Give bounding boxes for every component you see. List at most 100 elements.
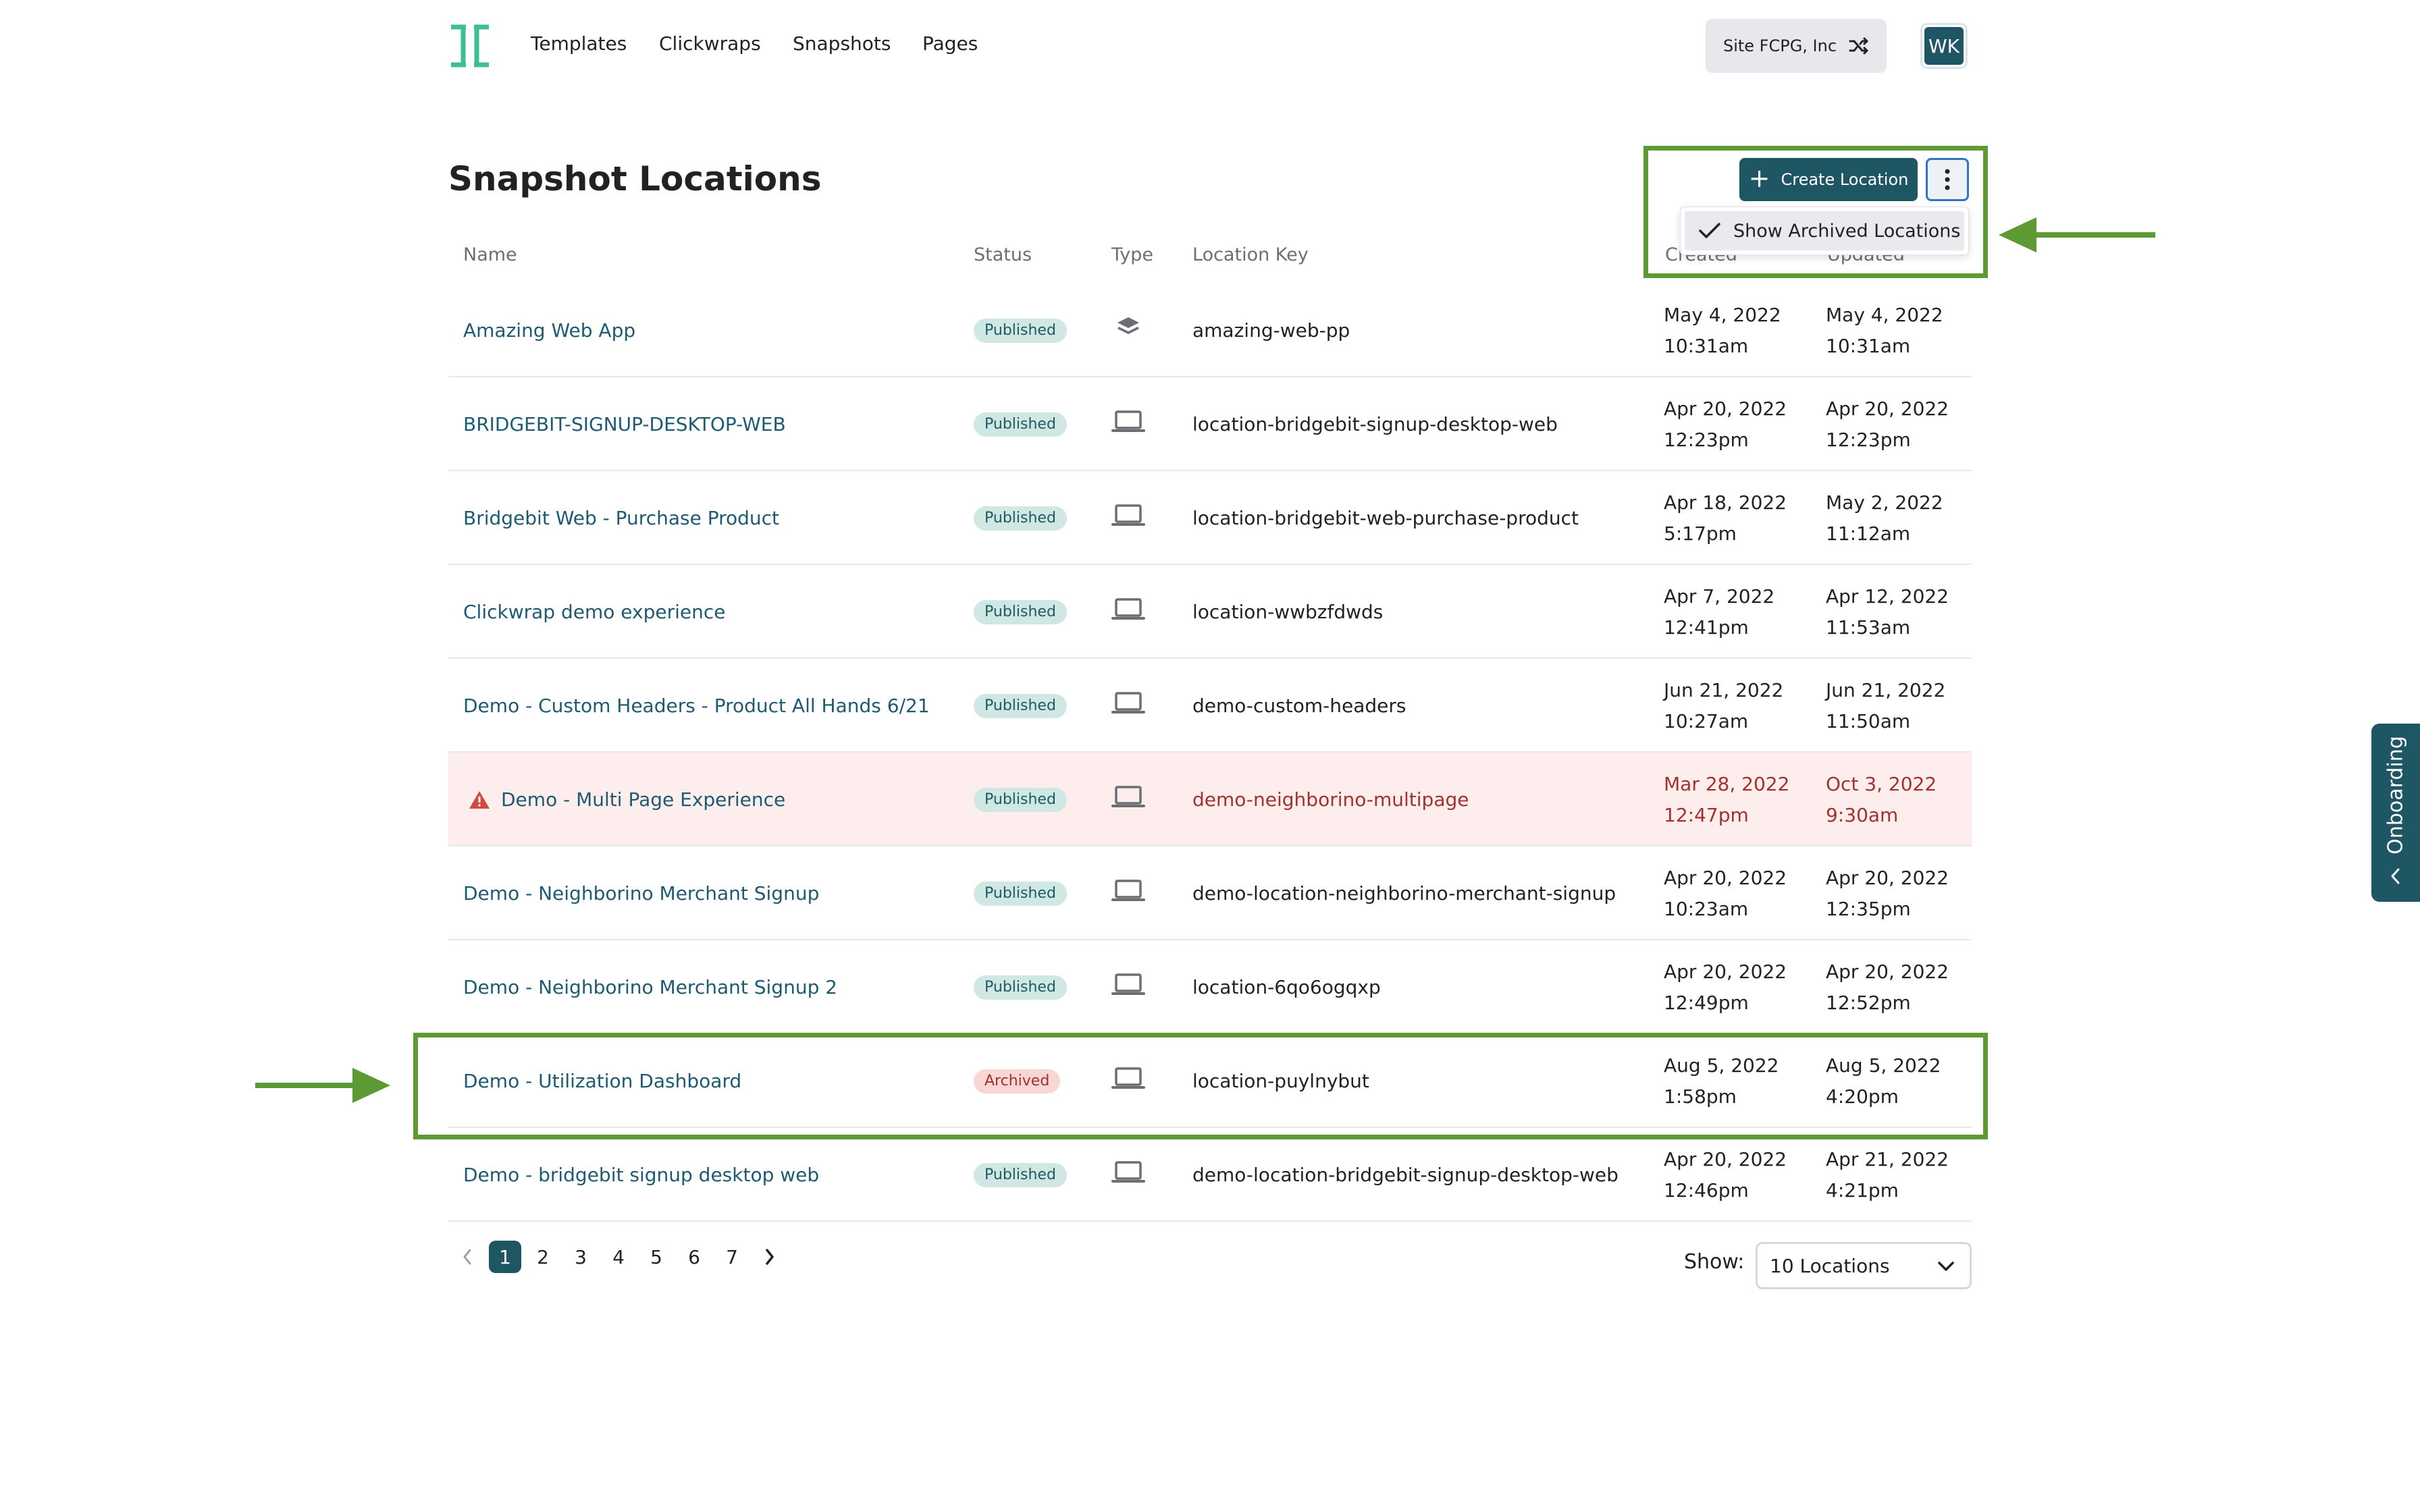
- location-name-link[interactable]: Demo - Neighborino Merchant Signup 2: [463, 976, 837, 998]
- updated-time: 4:21pm: [1826, 1179, 1899, 1202]
- pagination-page-2[interactable]: 2: [527, 1241, 559, 1273]
- table-row[interactable]: Demo - Multi Page Experience Published dem…: [448, 753, 1972, 846]
- location-name-link[interactable]: Demo - Neighborino Merchant Signup: [463, 882, 819, 905]
- updated-datetime: May 2, 2022 11:12am: [1826, 487, 1943, 549]
- pagination-prev-button[interactable]: [451, 1241, 483, 1273]
- pagination-page-6[interactable]: 6: [678, 1241, 710, 1273]
- created-time: 12:41pm: [1664, 616, 1749, 639]
- site-switcher-label: Site FCPG, Inc: [1722, 36, 1837, 55]
- created-datetime: Apr 20, 2022 10:23am: [1664, 863, 1787, 925]
- table-row[interactable]: Bridgebit Web - Purchase Product Publishe…: [448, 471, 1972, 565]
- created-datetime: Apr 7, 2022 12:41pm: [1664, 581, 1774, 643]
- page-title: Snapshot Locations: [448, 159, 822, 198]
- updated-time: 11:53am: [1826, 616, 1911, 639]
- updated-datetime: Oct 3, 2022 9:30am: [1826, 769, 1937, 831]
- pagination-next-button[interactable]: [754, 1241, 786, 1273]
- location-name-link[interactable]: Bridgebit Web - Purchase Product: [463, 507, 779, 529]
- column-header-status[interactable]: Status: [974, 244, 1032, 265]
- column-header-type[interactable]: Type: [1111, 244, 1153, 265]
- created-datetime: May 4, 2022 10:31am: [1664, 300, 1781, 362]
- location-key: amazing-web-pp: [1192, 319, 1350, 342]
- table-row[interactable]: Demo - Custom Headers - Product All Hand…: [448, 659, 1972, 753]
- status-badge: Published: [974, 881, 1067, 906]
- created-time: 12:47pm: [1664, 803, 1749, 826]
- site-switcher-button[interactable]: Site FCPG, Inc: [1706, 19, 1887, 73]
- status-badge: Published: [974, 693, 1067, 718]
- created-date: Apr 20, 2022: [1664, 960, 1787, 983]
- updated-date: Oct 3, 2022: [1826, 772, 1937, 795]
- table-row[interactable]: Clickwrap demo experience Published locati…: [448, 565, 1972, 659]
- updated-time: 11:50am: [1826, 709, 1911, 732]
- location-name-link[interactable]: BRIDGEBIT-SIGNUP-DESKTOP-WEB: [463, 413, 786, 435]
- nav-clickwraps[interactable]: Clickwraps: [659, 32, 761, 55]
- annotation-arrow-left: [1999, 217, 2155, 252]
- table-row[interactable]: Demo - Neighborino Merchant Signup 2 Publ…: [448, 940, 1972, 1034]
- status-badge: Published: [974, 599, 1067, 624]
- pagination-page-7[interactable]: 7: [716, 1241, 748, 1273]
- laptop-icon: [1111, 879, 1145, 903]
- page-size-label: Show:: [1684, 1250, 1745, 1274]
- laptop-icon: [1111, 973, 1145, 997]
- table-row[interactable]: BRIDGEBIT-SIGNUP-DESKTOP-WEB Published loc…: [448, 377, 1972, 471]
- laptop-icon: [1111, 504, 1145, 528]
- created-date: Apr 20, 2022: [1664, 397, 1787, 420]
- column-header-name[interactable]: Name: [463, 244, 517, 265]
- location-key: demo-location-bridgebit-signup-desktop-w…: [1192, 1163, 1619, 1186]
- created-datetime: Apr 20, 2022 12:46pm: [1664, 1144, 1787, 1206]
- created-date: May 4, 2022: [1664, 303, 1781, 326]
- laptop-icon: [1111, 1160, 1145, 1185]
- updated-date: Apr 12, 2022: [1826, 585, 1949, 608]
- location-key: demo-neighborino-multipage: [1192, 788, 1469, 811]
- annotation-highlight-archived-row: [413, 1033, 1988, 1139]
- updated-time: 12:35pm: [1826, 897, 1911, 920]
- location-name-link[interactable]: Demo - Custom Headers - Product All Hand…: [463, 695, 930, 717]
- nav-snapshots[interactable]: Snapshots: [793, 32, 891, 55]
- table-row[interactable]: Demo - bridgebit signup desktop web Publi…: [448, 1128, 1972, 1222]
- nav-pages[interactable]: Pages: [922, 32, 978, 55]
- status-badge: Published: [974, 1162, 1067, 1187]
- updated-date: Apr 21, 2022: [1826, 1148, 1949, 1170]
- pagination-page-4[interactable]: 4: [602, 1241, 635, 1273]
- table-row[interactable]: Amazing Web App Published amazing-web-pp Ma…: [448, 284, 1972, 377]
- location-key: location-bridgebit-web-purchase-product: [1192, 506, 1579, 529]
- shuffle-icon: [1849, 37, 1868, 55]
- location-name-link[interactable]: Demo - Multi Page Experience: [501, 788, 785, 811]
- updated-datetime: Jun 21, 2022 11:50am: [1826, 675, 1945, 737]
- app-logo[interactable]: [448, 23, 492, 69]
- created-time: 12:46pm: [1664, 1179, 1749, 1202]
- warning-icon: [469, 790, 490, 810]
- updated-time: 11:12am: [1826, 522, 1911, 545]
- created-time: 12:23pm: [1664, 428, 1749, 451]
- updated-date: Jun 21, 2022: [1826, 678, 1946, 701]
- status-badge: Published: [974, 412, 1067, 437]
- onboarding-tab[interactable]: Onboarding: [2371, 724, 2420, 902]
- updated-datetime: May 4, 2022 10:31am: [1826, 300, 1943, 362]
- location-name-link[interactable]: Amazing Web App: [463, 319, 635, 342]
- location-name-link[interactable]: Demo - bridgebit signup desktop web: [463, 1164, 819, 1186]
- nav-templates[interactable]: Templates: [531, 32, 627, 55]
- laptop-icon: [1111, 410, 1145, 434]
- column-header-location-key[interactable]: Location Key: [1192, 244, 1309, 265]
- pagination-page-3[interactable]: 3: [564, 1241, 597, 1273]
- pagination-page-5[interactable]: 5: [640, 1241, 673, 1273]
- created-time: 10:23am: [1664, 897, 1749, 920]
- created-datetime: Apr 20, 2022 12:23pm: [1664, 394, 1787, 456]
- updated-date: May 4, 2022: [1826, 303, 1943, 326]
- pagination-page-1[interactable]: 1: [489, 1241, 521, 1273]
- created-date: Apr 20, 2022: [1664, 1148, 1787, 1170]
- layers-icon: [1111, 316, 1145, 340]
- logo-icon: [451, 24, 489, 68]
- chevron-left-icon: [2391, 868, 2400, 884]
- location-key: location-6qo6ogqxp: [1192, 975, 1381, 998]
- table-row[interactable]: Demo - Neighborino Merchant Signup Publis…: [448, 846, 1972, 940]
- page-size-select[interactable]: 10 Locations: [1756, 1242, 1972, 1289]
- updated-time: 12:23pm: [1826, 428, 1911, 451]
- location-key: demo-custom-headers: [1192, 694, 1406, 717]
- user-avatar[interactable]: WK: [1920, 23, 1968, 69]
- updated-datetime: Apr 20, 2022 12:23pm: [1826, 394, 1949, 456]
- location-name-link[interactable]: Clickwrap demo experience: [463, 601, 725, 623]
- created-time: 10:27am: [1664, 709, 1749, 732]
- laptop-icon: [1111, 597, 1145, 622]
- created-datetime: Jun 21, 2022 10:27am: [1664, 675, 1783, 737]
- created-date: Apr 18, 2022: [1664, 491, 1787, 514]
